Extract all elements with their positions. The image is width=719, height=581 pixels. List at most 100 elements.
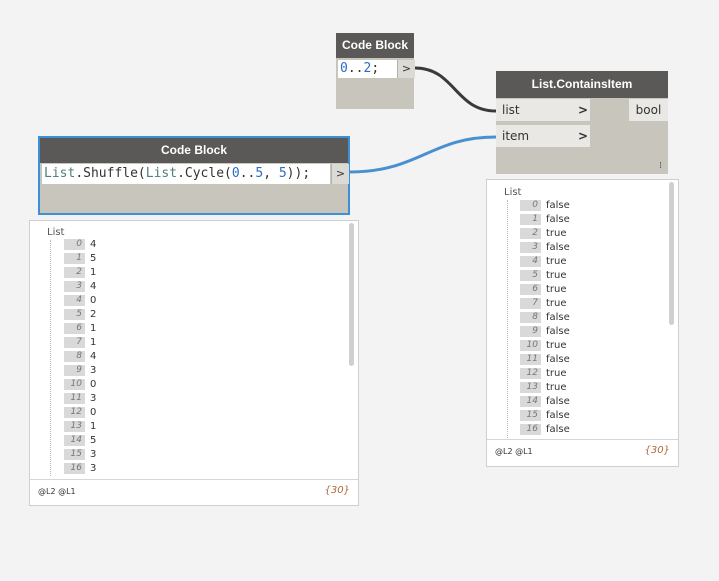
chevron-right-icon: >	[577, 103, 588, 117]
item-value: 1	[90, 323, 97, 334]
preview-scrollbar[interactable]	[669, 182, 674, 325]
item-index: 11	[520, 354, 541, 365]
item-value: true	[546, 228, 567, 239]
list-item: 13 1	[64, 421, 96, 435]
item-value: 1	[90, 337, 97, 348]
code-token: List	[44, 166, 76, 181]
item-index: 3	[520, 242, 541, 253]
list-item: 4 true	[520, 256, 567, 270]
item-index: 16	[64, 463, 85, 474]
code-token: ;	[371, 61, 380, 76]
output-port-bool[interactable]: bool	[629, 99, 668, 121]
preview-scrollbar[interactable]	[349, 223, 354, 366]
list-item: 52	[64, 309, 96, 323]
list-item: 0 false	[520, 200, 570, 214]
preview-bubble-shuffle[interactable]: List 0 4 1 5 2 1 3 4 4 0 5 2 6 1 7 1 8 4 9 3 10 0 11 3 12 0 13 1 14 5…	[29, 220, 359, 506]
list-item: 34	[64, 281, 96, 295]
item-index: 0	[64, 239, 85, 250]
item-value: 2	[90, 309, 97, 320]
item-value: false	[546, 214, 570, 225]
item-value: false	[546, 354, 570, 365]
list-item: 04	[64, 239, 96, 253]
chevron-right-icon: >	[577, 129, 588, 143]
code-editor[interactable]: 0..2;	[338, 60, 397, 78]
item-index: 16	[520, 424, 541, 435]
code-token: List	[145, 166, 178, 181]
item-value: 3	[90, 365, 97, 376]
code-block-node-range[interactable]: Code Block 0..2; >	[336, 33, 415, 109]
item-value: 4	[90, 281, 97, 292]
item-index: 8	[64, 351, 85, 362]
item-index: 14	[64, 435, 85, 446]
node-title[interactable]: List.ContainsItem	[496, 71, 668, 98]
list-item: 16 3	[64, 463, 96, 477]
list-item: 10 true	[520, 340, 567, 354]
list-item: 40	[64, 295, 96, 309]
item-index: 1	[520, 214, 541, 225]
list-item: 12 0	[64, 407, 96, 421]
wire-codeblock-to-list[interactable]	[414, 66, 497, 113]
code-token: 5	[278, 166, 287, 181]
code-editor[interactable]: List.Shuffle(List.Cycle(0..5, 5));	[42, 164, 330, 184]
code-token: 5	[255, 166, 264, 181]
item-index: 15	[64, 449, 85, 460]
list-item: 11 false	[520, 354, 570, 368]
item-index: 7	[64, 337, 85, 348]
list-item: 93	[64, 365, 96, 379]
wire-shuffle-to-item[interactable]	[348, 135, 497, 174]
list-item: 11 3	[64, 393, 96, 407]
code-block-node-shuffle[interactable]: Code Block List.Shuffle(List.Cycle(0..5,…	[38, 136, 350, 215]
node-title[interactable]: Code Block	[40, 138, 348, 163]
output-port[interactable]: >	[331, 164, 349, 184]
level-indicator: @L2 @L1	[495, 447, 533, 456]
list-item: 1 false	[520, 214, 570, 228]
item-value: false	[546, 326, 570, 337]
item-index: 11	[64, 393, 85, 404]
list-item: 14 false	[520, 396, 570, 410]
list-item: 8 false	[520, 312, 570, 326]
item-value: 4	[90, 351, 97, 362]
list-item: 13 true	[520, 382, 567, 396]
list-item: 84	[64, 351, 96, 365]
item-index: 12	[520, 368, 541, 379]
tree-guide	[50, 240, 51, 476]
item-index: 6	[64, 323, 85, 334]
port-label: list	[502, 103, 520, 117]
item-value: 3	[90, 393, 97, 404]
item-index: 2	[520, 228, 541, 239]
item-value: 0	[90, 295, 97, 306]
preview-bubble-containsitem[interactable]: List 0 false 1 false 2 true 3 false 4 true 5 true 6 t…	[486, 179, 679, 467]
item-index: 4	[64, 295, 85, 306]
list-item: 7 true	[520, 298, 567, 312]
item-value: false	[546, 410, 570, 421]
list-item: 2 true	[520, 228, 567, 242]
code-token: .Shuffle(	[75, 166, 146, 181]
list-item: 12 true	[520, 368, 567, 382]
output-port[interactable]: >	[397, 60, 415, 78]
item-value: true	[546, 382, 567, 393]
item-index: 14	[520, 396, 541, 407]
node-title[interactable]: Code Block	[336, 33, 414, 58]
item-index: 7	[520, 298, 541, 309]
level-indicator: @L2 @L1	[38, 487, 76, 496]
list-item: 9 false	[520, 326, 570, 340]
list-item: 3 false	[520, 242, 570, 256]
list-item: 15 3	[64, 449, 96, 463]
item-value: 4	[90, 239, 97, 250]
resize-grip-icon[interactable]: ⁞	[659, 161, 662, 171]
item-value: false	[546, 242, 570, 253]
tree-guide	[507, 200, 508, 438]
list-item: 61	[64, 323, 96, 337]
item-value: false	[546, 396, 570, 407]
code-token: ..	[239, 166, 256, 181]
code-token: ..	[347, 61, 364, 76]
code-token: ,	[263, 166, 279, 181]
item-index: 10	[520, 340, 541, 351]
item-index: 3	[64, 281, 85, 292]
input-port-list[interactable]: list >	[496, 99, 590, 121]
item-value: false	[546, 312, 570, 323]
list-containsitem-node[interactable]: List.ContainsItem list > item > bool ⁞	[496, 71, 668, 174]
item-index: 13	[64, 421, 85, 432]
item-count: {30}	[324, 485, 350, 496]
input-port-item[interactable]: item >	[496, 125, 590, 147]
